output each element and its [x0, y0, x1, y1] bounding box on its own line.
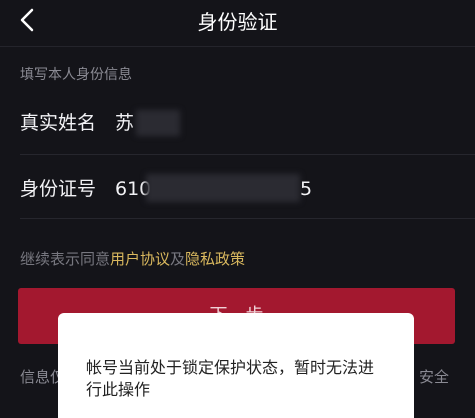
footer-note-right: 安全 [418, 368, 449, 386]
toast-message: 帐号当前处于锁定保护状态，暂时无法进行此操作 [86, 358, 375, 399]
privacy-policy-link[interactable]: 隐私政策 [185, 250, 245, 268]
agreement-and: 及 [170, 250, 186, 268]
id-number-redaction [146, 174, 300, 202]
user-agreement-link[interactable]: 用户协议 [110, 250, 170, 268]
name-value: 苏 [115, 112, 135, 134]
row-divider [20, 218, 475, 219]
name-field[interactable]: 真实姓名 苏 [20, 98, 475, 148]
agreement-prefix: 继续表示同意 [20, 250, 111, 268]
id-number-label: 身份证号 [20, 178, 97, 200]
page-title: 身份验证 [197, 10, 278, 34]
section-label: 填写本人身份信息 [20, 67, 132, 83]
toast-dialog: 帐号当前处于锁定保护状态，暂时无法进行此操作 [58, 313, 414, 418]
row-divider [20, 154, 475, 155]
top-bar: 身份验证 [0, 0, 475, 44]
id-number-suffix: 5 [300, 178, 313, 200]
id-number-field[interactable]: 身份证号 610 5 [20, 164, 475, 214]
name-redaction [136, 110, 180, 136]
name-label: 真实姓名 [20, 112, 97, 134]
agreement-text: 继续表示同意用户协议及隐私政策 [20, 248, 245, 269]
header-divider [0, 46, 475, 47]
